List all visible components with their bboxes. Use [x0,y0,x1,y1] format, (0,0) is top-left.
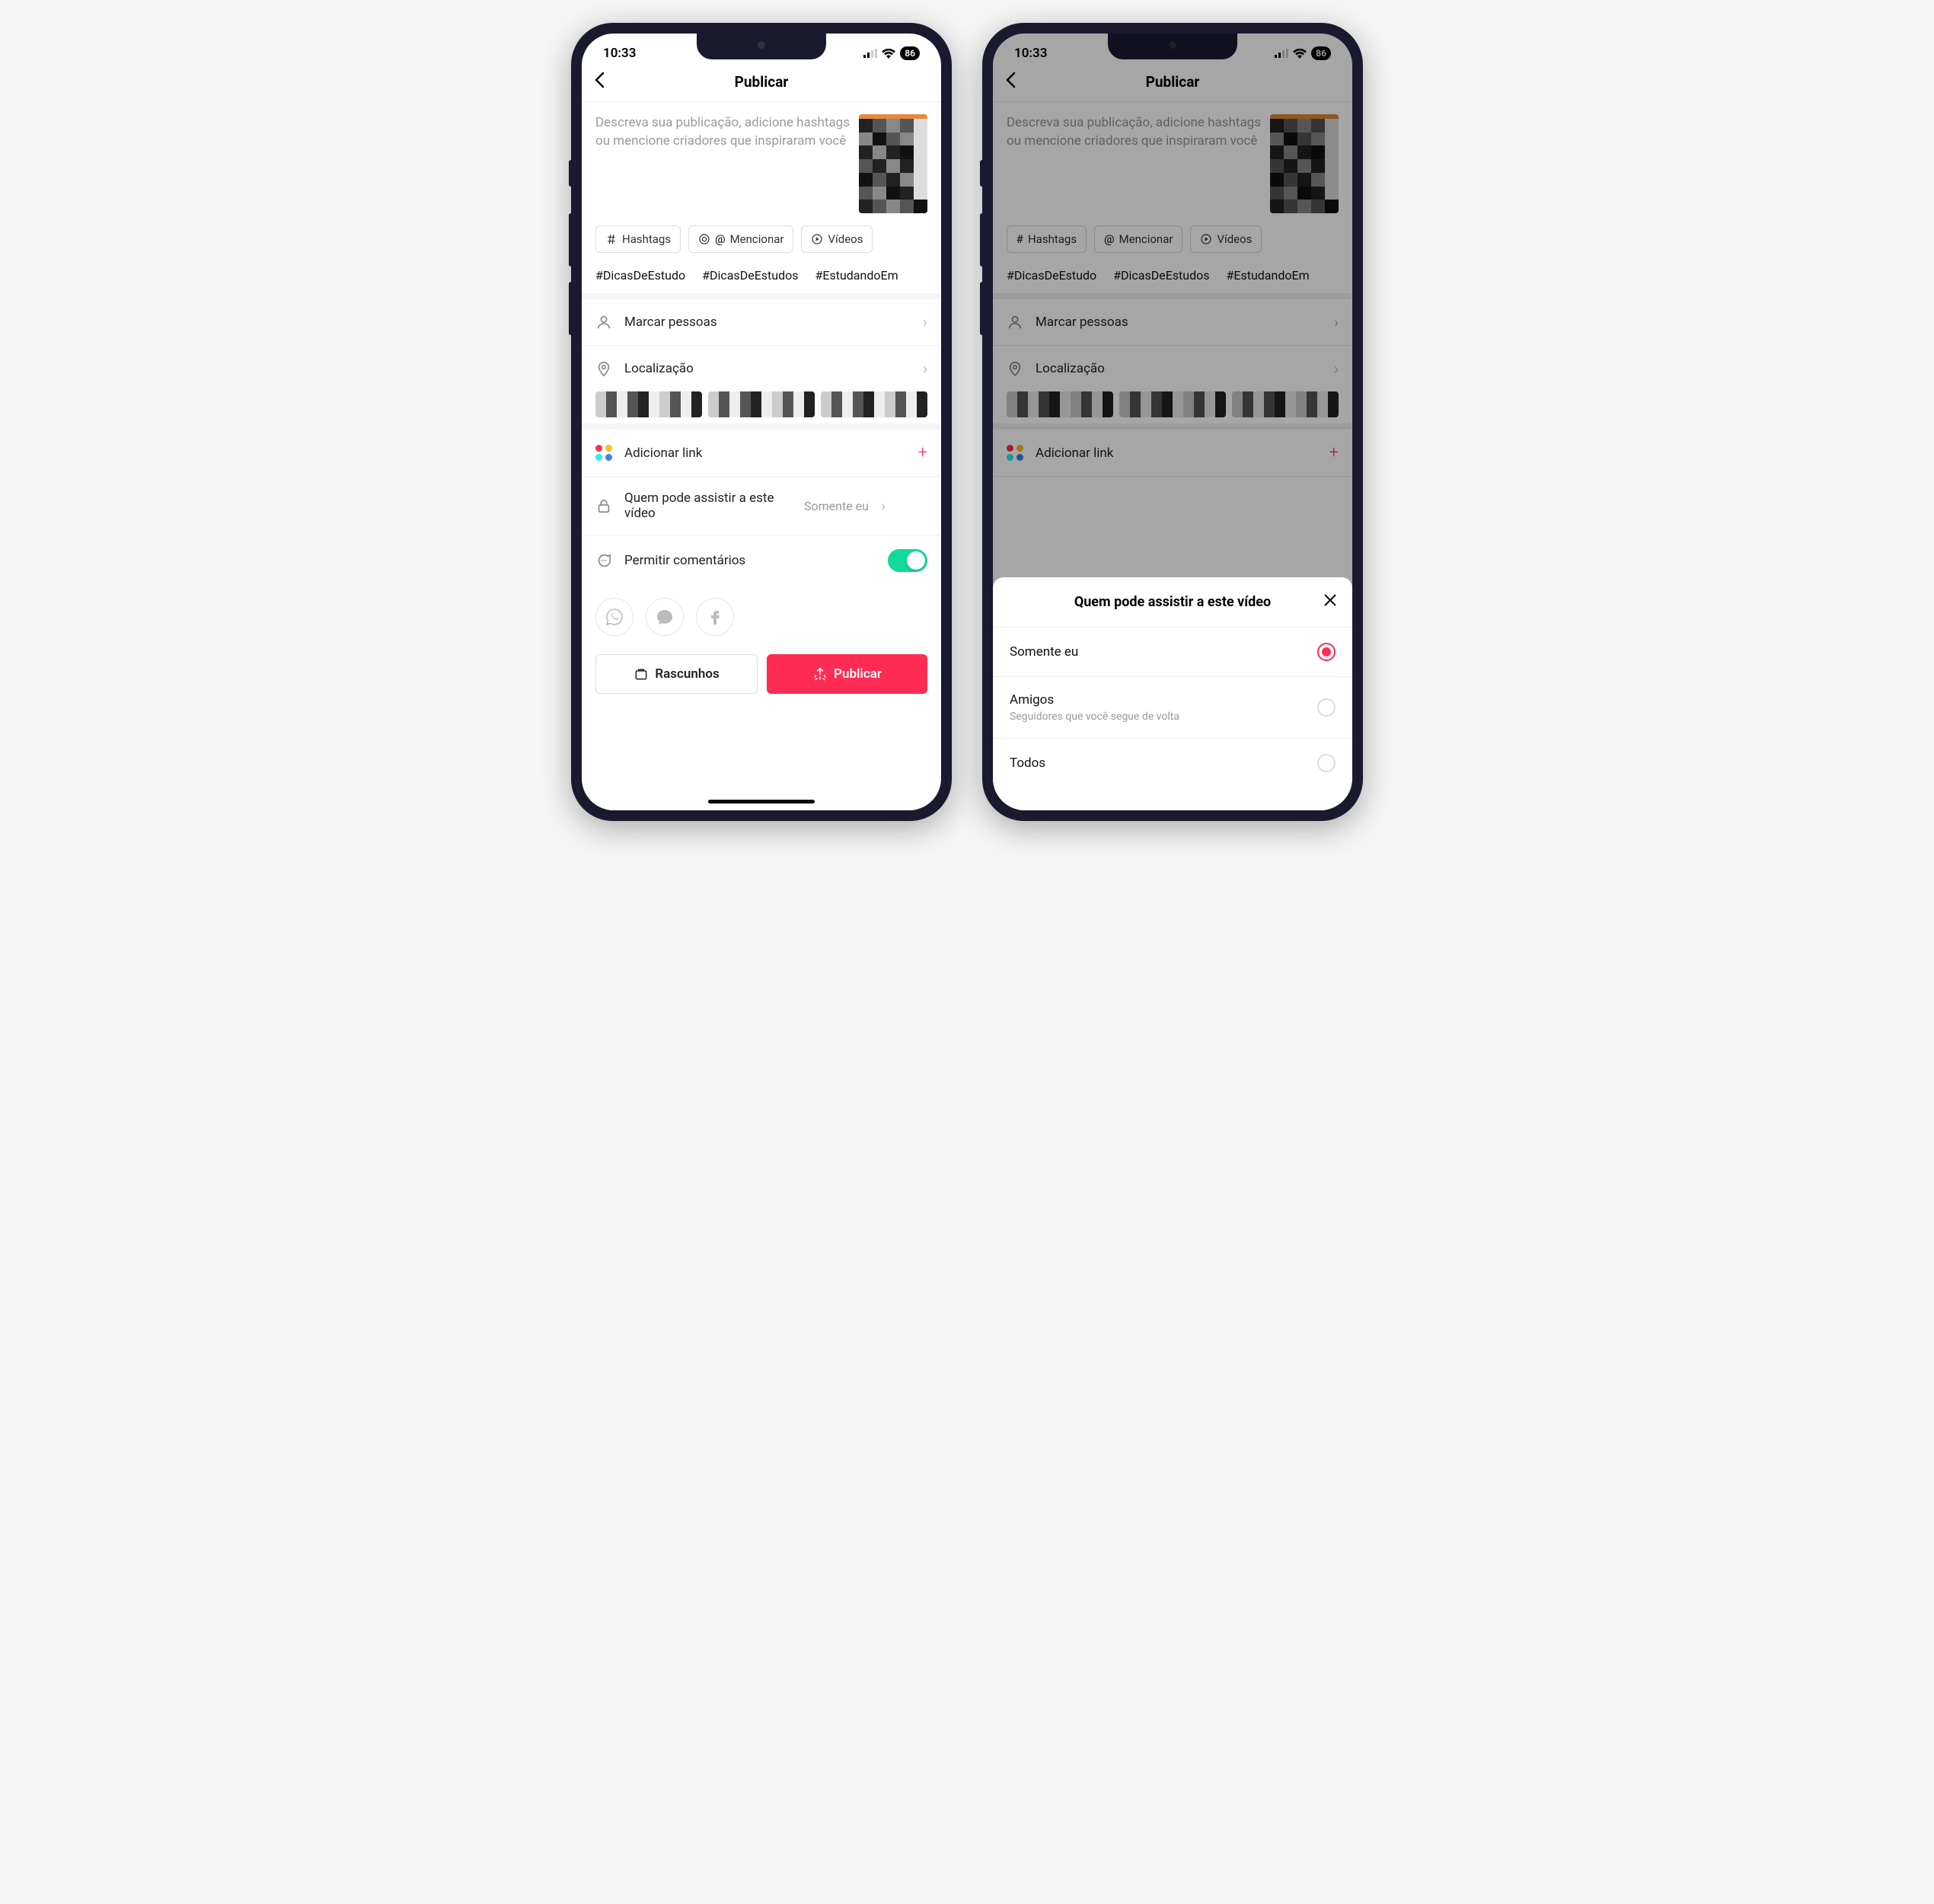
hashtag-suggestion[interactable]: #EstudandoEm [815,268,898,283]
share-facebook[interactable] [696,598,734,636]
divider [582,293,941,299]
home-indicator[interactable] [708,800,815,803]
bottom-actions: Rascunhos Publicar [582,648,941,715]
option-title: Todos [1010,756,1307,771]
comments-toggle[interactable] [888,549,927,572]
option-title: Somente eu [1010,644,1307,660]
hashtag-suggestion[interactable]: #DicasDeEstudo [595,268,685,283]
row-comments: Permitir comentários [582,535,941,586]
row-location-label: Localização [624,361,911,376]
drafts-button[interactable]: Rascunhos [595,654,758,694]
radio-unchecked-icon [1317,754,1336,772]
privacy-option-friends[interactable]: Amigos Seguidores que você segue de volt… [993,676,1352,738]
content: Descreva sua publicação, adicione hashta… [582,102,941,810]
notch [697,34,826,59]
chip-hashtags-label: Hashtags [622,232,671,246]
row-location[interactable]: Localização › [582,346,941,391]
caption-input[interactable]: Descreva sua publicação, adicione hashta… [595,114,850,213]
chevron-right-icon: › [923,313,927,331]
row-privacy[interactable]: Quem pode assistir a este vídeo Somente … [582,477,941,535]
chip-hashtags[interactable]: Hashtags [595,225,681,253]
drafts-label: Rascunhos [655,666,719,682]
chip-mention[interactable]: @ Mencionar [688,225,793,253]
row-comments-label: Permitir comentários [624,553,876,568]
status-time: 10:33 [603,46,636,61]
privacy-option-everyone[interactable]: Todos [993,738,1352,787]
publish-label: Publicar [834,666,882,682]
option-title: Amigos [1010,692,1307,708]
sheet-header: Quem pode assistir a este vídeo [993,577,1352,627]
row-privacy-label: Quem pode assistir a este vídeo [624,490,792,521]
chevron-right-icon: › [923,359,927,378]
drafts-icon [633,666,649,682]
publish-icon [812,666,828,682]
plus-icon: + [918,443,927,462]
publish-button[interactable]: Publicar [767,654,927,694]
back-button[interactable] [594,72,605,92]
nav-bar: Publicar [582,65,941,102]
location-suggestions[interactable] [582,391,941,423]
hashtag-suggestions: #DicasDeEstudo #DicasDeEstudos #Estudand… [582,262,941,293]
close-button[interactable] [1322,592,1339,613]
wifi-icon [882,49,895,59]
hashtag-suggestion[interactable]: #DicasDeEstudos [702,268,798,283]
share-row [582,586,941,648]
privacy-sheet: Quem pode assistir a este vídeo Somente … [993,577,1352,810]
screen-left: 10:33 86 Publicar Descreva sua publicaçã… [582,34,941,810]
radio-checked-icon [1317,643,1336,661]
signal-icon [863,49,877,58]
compose-area: Descreva sua publicação, adicione hashta… [582,102,941,222]
at-icon [698,233,710,245]
chip-mention-label: Mencionar [730,232,784,246]
lock-icon [595,497,612,514]
divider [582,423,941,430]
row-tag-people[interactable]: Marcar pessoas › [582,299,941,346]
privacy-option-only-me[interactable]: Somente eu [993,627,1352,676]
phone-frame-right: 10:33 86 Publicar Descreva sua publicaçã… [982,23,1363,821]
battery-indicator: 86 [900,46,920,60]
sheet-title: Quem pode assistir a este vídeo [1074,594,1271,610]
radio-unchecked-icon [1317,698,1336,717]
row-add-link-label: Adicionar link [624,446,906,461]
dots-icon [595,445,612,462]
row-tag-people-label: Marcar pessoas [624,315,911,330]
play-circle-icon [811,233,823,245]
phone-frame-left: 10:33 86 Publicar Descreva sua publicaçã… [571,23,952,821]
chevron-right-icon: › [881,497,886,515]
share-whatsapp[interactable] [595,598,633,636]
row-add-link[interactable]: Adicionar link + [582,430,941,477]
option-subtitle: Seguidores que você segue de volta [1010,711,1307,723]
status-icons: 86 [863,46,920,60]
chip-videos[interactable]: Vídeos [801,225,873,253]
share-message[interactable] [646,598,684,636]
person-icon [595,314,612,331]
hash-icon [605,233,618,245]
location-icon [595,360,612,377]
chip-row: Hashtags @ Mencionar Vídeos [582,222,941,262]
page-title: Publicar [735,73,789,91]
comment-icon [595,552,612,569]
video-thumbnail[interactable] [859,114,927,213]
screen-right: 10:33 86 Publicar Descreva sua publicaçã… [993,34,1352,810]
chip-videos-label: Vídeos [828,232,863,246]
row-privacy-value: Somente eu [804,499,869,513]
